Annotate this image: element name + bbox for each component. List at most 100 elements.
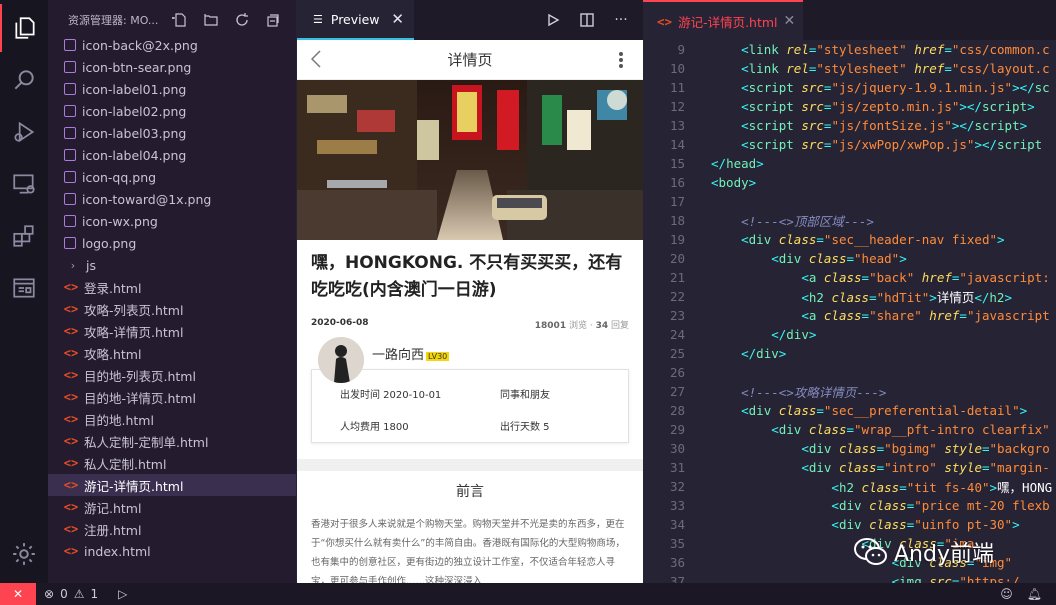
- remote-explorer-icon[interactable]: [0, 160, 48, 208]
- file-name: icon-label04.png: [82, 147, 187, 163]
- run-status-icon[interactable]: ▷: [118, 587, 127, 601]
- code-line[interactable]: 12 <script src="js/zepto.min.js"></scrip…: [643, 97, 1056, 116]
- code-line[interactable]: 26: [643, 363, 1056, 382]
- file-item[interactable]: <> 游记.html: [48, 496, 296, 518]
- code-line[interactable]: 33 <div class="price mt-20 flexb: [643, 496, 1056, 515]
- code-line[interactable]: 14 <script src="js/xwPop/xwPop.js"></scr…: [643, 135, 1056, 154]
- file-item[interactable]: logo.png: [48, 232, 296, 254]
- search-icon[interactable]: [0, 56, 48, 104]
- close-icon[interactable]: ✕: [391, 10, 404, 28]
- file-item[interactable]: icon-label03.png: [48, 122, 296, 144]
- code-line[interactable]: 37 <img src="https:/: [643, 572, 1056, 583]
- preview-panel-icon[interactable]: [0, 264, 48, 312]
- file-item[interactable]: <> 目的地-列表页.html: [48, 364, 296, 386]
- file-item[interactable]: icon-label02.png: [48, 100, 296, 122]
- notification-bell-icon[interactable]: 🔔︎: [1027, 587, 1042, 601]
- file-item[interactable]: icon-label01.png: [48, 78, 296, 100]
- explorer-icon[interactable]: [0, 4, 48, 52]
- run-icon[interactable]: [545, 11, 561, 29]
- image-file-icon: [64, 149, 76, 161]
- code-line[interactable]: 10 <link rel="stylesheet" href="css/layo…: [643, 59, 1056, 78]
- line-number: 13: [669, 118, 685, 133]
- file-item[interactable]: icon-wx.png: [48, 210, 296, 232]
- code-line[interactable]: 31 <div class="intro" style="margin-: [643, 458, 1056, 477]
- close-icon[interactable]: ✕: [784, 13, 796, 29]
- code-line[interactable]: 15 </head>: [643, 154, 1056, 173]
- code-line[interactable]: 17: [643, 192, 1056, 211]
- refresh-icon[interactable]: [234, 12, 250, 28]
- html-file-icon: <>: [63, 412, 79, 426]
- code-line[interactable]: 20 <div class="head">: [643, 249, 1056, 268]
- code-line[interactable]: 9 <link rel="stylesheet" href="css/commo…: [643, 40, 1056, 59]
- file-item[interactable]: <> 私人定制-定制单.html: [48, 430, 296, 452]
- tab-editor-file[interactable]: <> 游记-详情页.html ✕: [643, 0, 803, 40]
- split-editor-icon[interactable]: [579, 11, 595, 29]
- line-number: 22: [669, 289, 685, 304]
- file-item[interactable]: <> 攻略.html: [48, 342, 296, 364]
- code-line[interactable]: 36 <div class="img": [643, 553, 1056, 572]
- avatar[interactable]: [318, 337, 364, 383]
- code-line[interactable]: 28 <div class="sec__preferential-detail"…: [643, 401, 1056, 420]
- remote-indicator-icon[interactable]: ✕: [0, 583, 36, 605]
- code-line[interactable]: 32 <h2 class="tit fs-40">嘿，HONG: [643, 477, 1056, 496]
- file-item[interactable]: icon-qq.png: [48, 166, 296, 188]
- line-number: 15: [669, 156, 685, 171]
- file-item[interactable]: <> 私人定制.html: [48, 452, 296, 474]
- editor-tab-label: 游记-详情页.html: [678, 14, 778, 30]
- code-line[interactable]: 27 <!---<>攻略详情页--->: [643, 382, 1056, 401]
- settings-gear-icon[interactable]: [0, 530, 48, 578]
- code-line[interactable]: 34 <div class="uinfo pt-30">: [643, 515, 1056, 534]
- trip-days: 出行天数 5: [500, 422, 550, 433]
- file-item[interactable]: <> 攻略-详情页.html: [48, 320, 296, 342]
- file-item[interactable]: <> index.html: [48, 540, 296, 562]
- code-line[interactable]: 21 <a class="back" href="javascript:: [643, 268, 1056, 287]
- collapse-all-icon[interactable]: [265, 12, 281, 28]
- back-icon[interactable]: [310, 50, 321, 73]
- file-item[interactable]: icon-btn-sear.png: [48, 56, 296, 78]
- code-line[interactable]: 24 </div>: [643, 325, 1056, 344]
- file-item[interactable]: <> 游记-详情页.html: [48, 474, 296, 496]
- code-line[interactable]: 35 <div class="ima: [643, 534, 1056, 553]
- line-number: 27: [669, 384, 685, 399]
- article-date: 2020-06-08: [311, 318, 369, 328]
- more-actions-icon[interactable]: ···: [613, 11, 629, 29]
- code-line[interactable]: 11 <script src="js/jquery-1.9.1.min.js">…: [643, 78, 1056, 97]
- file-item[interactable]: icon-label04.png: [48, 144, 296, 166]
- author-name[interactable]: 一路向西 LV30: [372, 344, 450, 363]
- folder-item[interactable]: › js: [48, 254, 296, 276]
- code-line[interactable]: 25 </div>: [643, 344, 1056, 363]
- code-line[interactable]: 29 <div class="wrap__pft-intro clearfix": [643, 420, 1056, 439]
- code-text: <div class="intro" style="margin-: [801, 460, 1050, 475]
- code-text: </head>: [711, 156, 764, 171]
- code-line[interactable]: 22 <h2 class="hdTit">详情页</h2>: [643, 287, 1056, 306]
- line-number: 33: [669, 498, 685, 513]
- file-item[interactable]: <> 目的地-详情页.html: [48, 386, 296, 408]
- file-item[interactable]: <> 注册.html: [48, 518, 296, 540]
- code-text: <script src="js/fontSize.js"></script>: [741, 118, 1028, 133]
- run-debug-icon[interactable]: [0, 108, 48, 156]
- code-line[interactable]: 30 <div class="bgimg" style="backgro: [643, 439, 1056, 458]
- share-more-icon[interactable]: [619, 52, 623, 68]
- code-line[interactable]: 19 <div class="sec__header-nav fixed">: [643, 230, 1056, 249]
- tab-preview[interactable]: ☰ Preview ✕: [297, 0, 414, 40]
- code-line[interactable]: 23 <a class="share" href="javascript: [643, 306, 1056, 325]
- feedback-icon[interactable]: ☺: [1000, 587, 1013, 601]
- code-line[interactable]: 13 <script src="js/fontSize.js"></script…: [643, 116, 1056, 135]
- code-lines[interactable]: 9 <link rel="stylesheet" href="css/commo…: [643, 40, 1056, 583]
- code-line[interactable]: 16 <body>: [643, 173, 1056, 192]
- page-title: 详情页: [447, 51, 493, 69]
- problems-indicator[interactable]: ⊗ 0 ⚠ 1 ▷: [44, 587, 127, 601]
- new-file-icon[interactable]: [172, 12, 188, 28]
- file-item[interactable]: <> 目的地.html: [48, 408, 296, 430]
- code-line[interactable]: 18 <!---<>顶部区域--->: [643, 211, 1056, 230]
- file-item[interactable]: <> 登录.html: [48, 276, 296, 298]
- section-divider: [297, 459, 643, 471]
- line-number: 30: [669, 441, 685, 456]
- file-item[interactable]: icon-back@2x.png: [48, 34, 296, 56]
- file-name: icon-wx.png: [82, 213, 158, 229]
- file-name: icon-label02.png: [82, 103, 187, 119]
- file-item[interactable]: icon-toward@1x.png: [48, 188, 296, 210]
- new-folder-icon[interactable]: [203, 12, 219, 28]
- extensions-icon[interactable]: [0, 212, 48, 260]
- file-item[interactable]: <> 攻略-列表页.html: [48, 298, 296, 320]
